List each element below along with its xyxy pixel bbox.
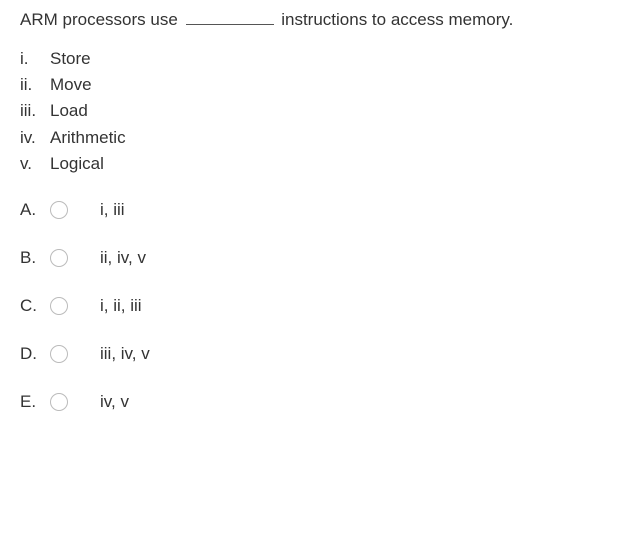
roman-item: v. Logical — [20, 151, 622, 177]
roman-marker: ii. — [20, 72, 50, 98]
option-text: ii, iv, v — [100, 248, 622, 268]
option-letter: A. — [20, 200, 50, 220]
roman-list: i. Store ii. Move iii. Load iv. Arithmet… — [20, 46, 622, 178]
roman-marker: v. — [20, 151, 50, 177]
radio-button[interactable] — [50, 393, 68, 411]
roman-marker: iii. — [20, 98, 50, 124]
fill-blank — [186, 24, 274, 25]
radio-button[interactable] — [50, 345, 68, 363]
option-letter: E. — [20, 392, 50, 412]
option-letter: B. — [20, 248, 50, 268]
roman-text: Logical — [50, 151, 104, 177]
option-text: i, ii, iii — [100, 296, 622, 316]
option-text: iii, iv, v — [100, 344, 622, 364]
roman-item: iii. Load — [20, 98, 622, 124]
roman-marker: iv. — [20, 125, 50, 151]
question-stem: ARM processors use instructions to acces… — [20, 8, 622, 32]
option-letter: D. — [20, 344, 50, 364]
roman-text: Store — [50, 46, 91, 72]
option-row: D. iii, iv, v — [20, 344, 622, 364]
option-text: i, iii — [100, 200, 622, 220]
radio-button[interactable] — [50, 201, 68, 219]
option-text: iv, v — [100, 392, 622, 412]
roman-text: Move — [50, 72, 92, 98]
option-row: C. i, ii, iii — [20, 296, 622, 316]
option-row: A. i, iii — [20, 200, 622, 220]
option-row: E. iv, v — [20, 392, 622, 412]
radio-button[interactable] — [50, 297, 68, 315]
option-row: B. ii, iv, v — [20, 248, 622, 268]
roman-text: Load — [50, 98, 88, 124]
roman-text: Arithmetic — [50, 125, 126, 151]
option-letter: C. — [20, 296, 50, 316]
roman-item: ii. Move — [20, 72, 622, 98]
options-list: A. i, iii B. ii, iv, v C. i, ii, iii D. … — [20, 200, 622, 412]
radio-button[interactable] — [50, 249, 68, 267]
stem-before: ARM processors use — [20, 10, 183, 29]
roman-marker: i. — [20, 46, 50, 72]
roman-item: i. Store — [20, 46, 622, 72]
roman-item: iv. Arithmetic — [20, 125, 622, 151]
stem-after: instructions to access memory. — [277, 10, 514, 29]
